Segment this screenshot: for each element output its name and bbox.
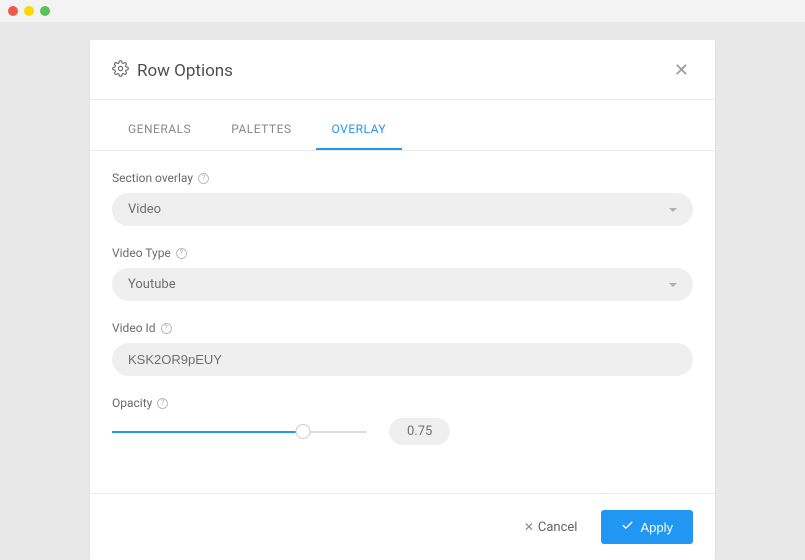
opacity-label: Opacity ? [112, 396, 693, 410]
video-type-label-text: Video Type [112, 246, 171, 260]
chevron-down-icon [669, 283, 677, 287]
opacity-slider-row: 0.75 [112, 418, 693, 445]
help-icon[interactable]: ? [157, 398, 168, 409]
video-id-label-text: Video Id [112, 321, 156, 335]
apply-button-label: Apply [640, 520, 673, 535]
video-id-input[interactable] [112, 343, 693, 376]
cancel-button[interactable]: ✕ Cancel [514, 512, 588, 543]
apply-button[interactable]: Apply [601, 510, 693, 544]
close-icon: ✕ [524, 520, 534, 534]
window-minimize-dot[interactable] [24, 6, 34, 16]
chevron-down-icon [669, 208, 677, 212]
opacity-value: 0.75 [389, 418, 450, 445]
help-icon[interactable]: ? [198, 173, 209, 184]
section-overlay-label: Section overlay ? [112, 171, 693, 185]
modal-body: Section overlay ? Video Video Type ? You… [90, 151, 715, 493]
slider-thumb[interactable] [296, 424, 311, 439]
close-button[interactable]: ✕ [670, 56, 693, 85]
tab-palettes[interactable]: PALETTES [215, 108, 307, 150]
video-type-value: Youtube [128, 277, 176, 292]
opacity-label-text: Opacity [112, 396, 152, 410]
video-type-label: Video Type ? [112, 246, 693, 260]
tabs: GENERALS PALETTES OVERLAY [90, 108, 715, 151]
modal-title-text: Row Options [137, 61, 233, 81]
tab-overlay[interactable]: OVERLAY [316, 108, 403, 150]
tab-generals[interactable]: GENERALS [112, 108, 207, 150]
section-overlay-select[interactable]: Video [112, 193, 693, 226]
slider-fill [112, 431, 303, 433]
modal-header: Row Options ✕ [90, 40, 715, 100]
cancel-button-label: Cancel [538, 520, 578, 535]
field-video-type: Video Type ? Youtube [112, 246, 693, 301]
help-icon[interactable]: ? [176, 248, 187, 259]
gear-icon [112, 60, 129, 82]
video-id-label: Video Id ? [112, 321, 693, 335]
window-close-dot[interactable] [8, 6, 18, 16]
row-options-modal: Row Options ✕ GENERALS PALETTES OVERLAY … [90, 40, 715, 560]
window-titlebar [0, 0, 805, 22]
field-section-overlay: Section overlay ? Video [112, 171, 693, 226]
modal-title: Row Options [112, 60, 233, 82]
window-maximize-dot[interactable] [40, 6, 50, 16]
section-overlay-value: Video [128, 202, 161, 217]
check-icon [621, 519, 634, 535]
opacity-slider[interactable] [112, 423, 367, 441]
section-overlay-label-text: Section overlay [112, 171, 193, 185]
modal-footer: ✕ Cancel Apply [90, 493, 715, 560]
field-opacity: Opacity ? 0.75 [112, 396, 693, 445]
video-type-select[interactable]: Youtube [112, 268, 693, 301]
field-video-id: Video Id ? [112, 321, 693, 376]
close-icon: ✕ [674, 60, 689, 81]
help-icon[interactable]: ? [161, 323, 172, 334]
